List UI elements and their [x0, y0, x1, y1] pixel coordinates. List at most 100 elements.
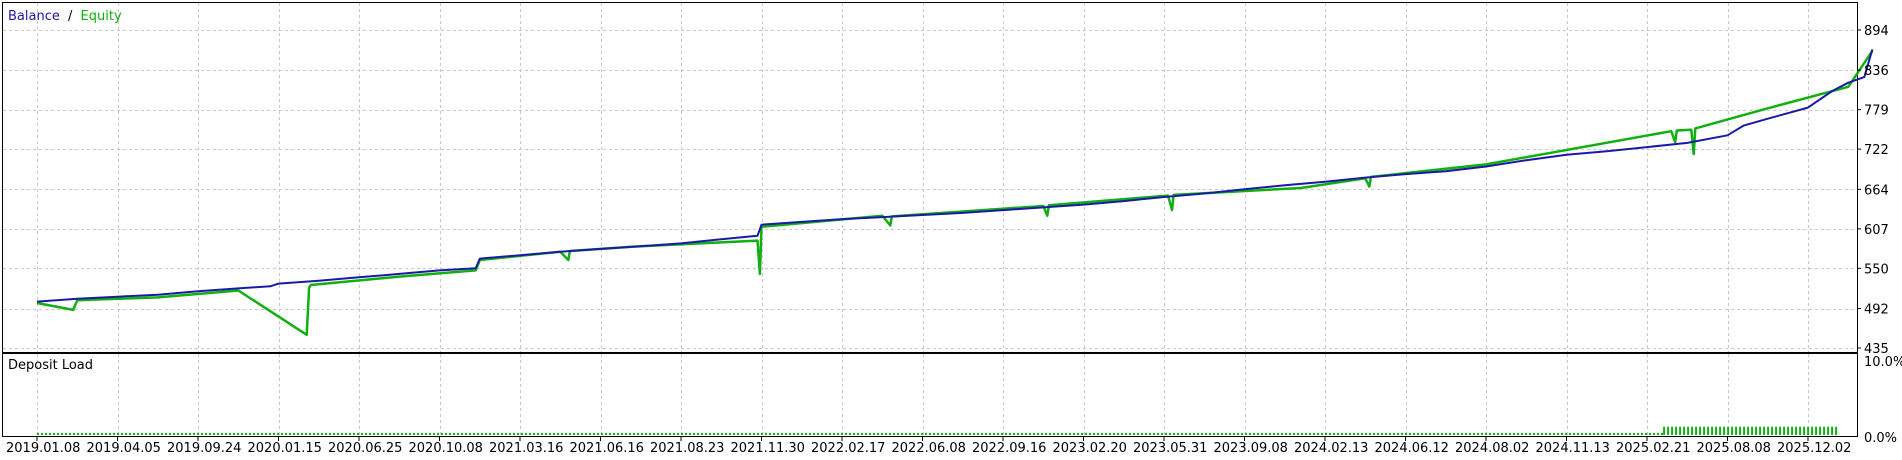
deposit-load-bar: [1699, 426, 1702, 435]
deposit-load-bar: [1739, 426, 1742, 435]
deposit-load-bar: [993, 432, 995, 435]
x-axis-ticks: 2019.01.08 2019.04.05 2019.09.24 2020.01.15…: [6, 436, 1851, 456]
deposit-load-bar: [1565, 432, 1567, 435]
deposit-load-bar: [981, 432, 983, 435]
deposit-load-bar: [493, 432, 495, 435]
deposit-load-bar: [1313, 432, 1315, 435]
deposit-load-bar: [413, 432, 415, 435]
deposit-load-bar: [797, 432, 799, 435]
deposit-load-bar: [1321, 432, 1323, 435]
deposit-load-bar: [1521, 432, 1523, 435]
deposit-load-bar: [289, 432, 291, 435]
deposit-load-bar: [673, 432, 675, 435]
deposit-load-bar: [125, 432, 127, 435]
deposit-load-bar: [457, 432, 459, 435]
x-tick-label: 2024.06.12: [1375, 441, 1449, 456]
deposit-load-bar: [37, 432, 39, 435]
deposit-load-bar: [769, 432, 771, 435]
deposit-load-bar: [105, 432, 107, 435]
deposit-load-bar: [1755, 426, 1758, 435]
deposit-load-bar: [1253, 432, 1255, 435]
deposit-load-bar: [1301, 432, 1303, 435]
deposit-load-bar: [1827, 426, 1830, 435]
deposit-load-bar: [345, 432, 347, 435]
deposit-load-bar: [1641, 432, 1643, 435]
y-tick-label: 550: [1864, 262, 1889, 277]
deposit-load-bar: [1609, 432, 1611, 435]
deposit-load-bar: [1193, 432, 1195, 435]
deposit-load-bar: [1041, 432, 1043, 435]
deposit-load-bar: [1633, 432, 1635, 435]
deposit-load-bar: [1061, 432, 1063, 435]
deposit-load-bar: [1169, 432, 1171, 435]
deposit-load-bar: [1277, 432, 1279, 435]
deposit-load-bar: [805, 432, 807, 435]
deposit-load-bar: [669, 432, 671, 435]
deposit-load-tick-bottom: 0.0%: [1864, 431, 1897, 446]
deposit-load-bar: [657, 432, 659, 435]
deposit-load-bar: [117, 432, 119, 435]
deposit-load-bar: [1453, 432, 1455, 435]
deposit-load-bar: [377, 432, 379, 435]
deposit-load-bar: [1621, 432, 1623, 435]
deposit-load-bar: [1085, 432, 1087, 435]
deposit-load-bar: [557, 432, 559, 435]
deposit-load-bar: [1629, 432, 1631, 435]
deposit-load-bar: [1225, 432, 1227, 435]
deposit-load-bar: [1229, 432, 1231, 435]
deposit-load-bar: [1715, 426, 1718, 435]
x-tick-label: 2020.01.15: [248, 441, 322, 456]
deposit-load-bar: [1133, 432, 1135, 435]
deposit-load-bar: [813, 432, 815, 435]
deposit-load-bar: [1663, 426, 1666, 435]
deposit-load-bar: [1421, 432, 1423, 435]
deposit-load-bar: [1033, 432, 1035, 435]
deposit-load-bar: [537, 432, 539, 435]
deposit-load-bar: [585, 432, 587, 435]
x-tick-label: 2022.02.17: [811, 441, 885, 456]
deposit-load-bar: [1249, 432, 1251, 435]
deposit-load-bar: [705, 432, 707, 435]
deposit-load-bar: [1687, 426, 1690, 435]
deposit-load-bar: [1481, 432, 1483, 435]
deposit-load-bar: [1585, 432, 1587, 435]
deposit-load-bar: [409, 432, 411, 435]
deposit-load-bar: [1557, 432, 1559, 435]
deposit-load-bar: [161, 432, 163, 435]
deposit-load-bar: [617, 432, 619, 435]
deposit-load-bar: [501, 432, 503, 435]
deposit-load-frame: [2, 353, 1858, 437]
deposit-load-bar: [61, 432, 63, 435]
deposit-load-bar: [789, 432, 791, 435]
deposit-load-bar: [1617, 432, 1619, 435]
deposit-load-bar: [325, 432, 327, 435]
deposit-load-bar: [1525, 432, 1527, 435]
deposit-load-bar: [237, 432, 239, 435]
deposit-load-bar: [1113, 432, 1115, 435]
deposit-load-bar: [1465, 432, 1467, 435]
deposit-load-bar: [437, 432, 439, 435]
deposit-load-bar: [949, 432, 951, 435]
deposit-load-bar: [621, 432, 623, 435]
deposit-load-bar: [153, 432, 155, 435]
deposit-load-bar: [65, 432, 67, 435]
deposit-load-bar: [573, 432, 575, 435]
deposit-load-bar: [1413, 432, 1415, 435]
deposit-load-bar: [129, 432, 131, 435]
x-tick-label: 2019.01.08: [6, 441, 80, 456]
deposit-load-bar: [613, 432, 615, 435]
deposit-load-bar: [333, 432, 335, 435]
deposit-load-bar: [1529, 432, 1531, 435]
deposit-load-bar: [1759, 426, 1762, 435]
deposit-load-bar: [937, 432, 939, 435]
deposit-load-bar: [1081, 432, 1083, 435]
deposit-load-bar: [889, 432, 891, 435]
deposit-load-bar: [881, 432, 883, 435]
deposit-load-bar: [277, 432, 279, 435]
deposit-load-bar: [1089, 432, 1091, 435]
deposit-load-bar: [241, 432, 243, 435]
deposit-load-bar: [1731, 426, 1734, 435]
deposit-load-bar: [905, 432, 907, 435]
deposit-load-bar: [869, 432, 871, 435]
deposit-load-bar: [121, 432, 123, 435]
